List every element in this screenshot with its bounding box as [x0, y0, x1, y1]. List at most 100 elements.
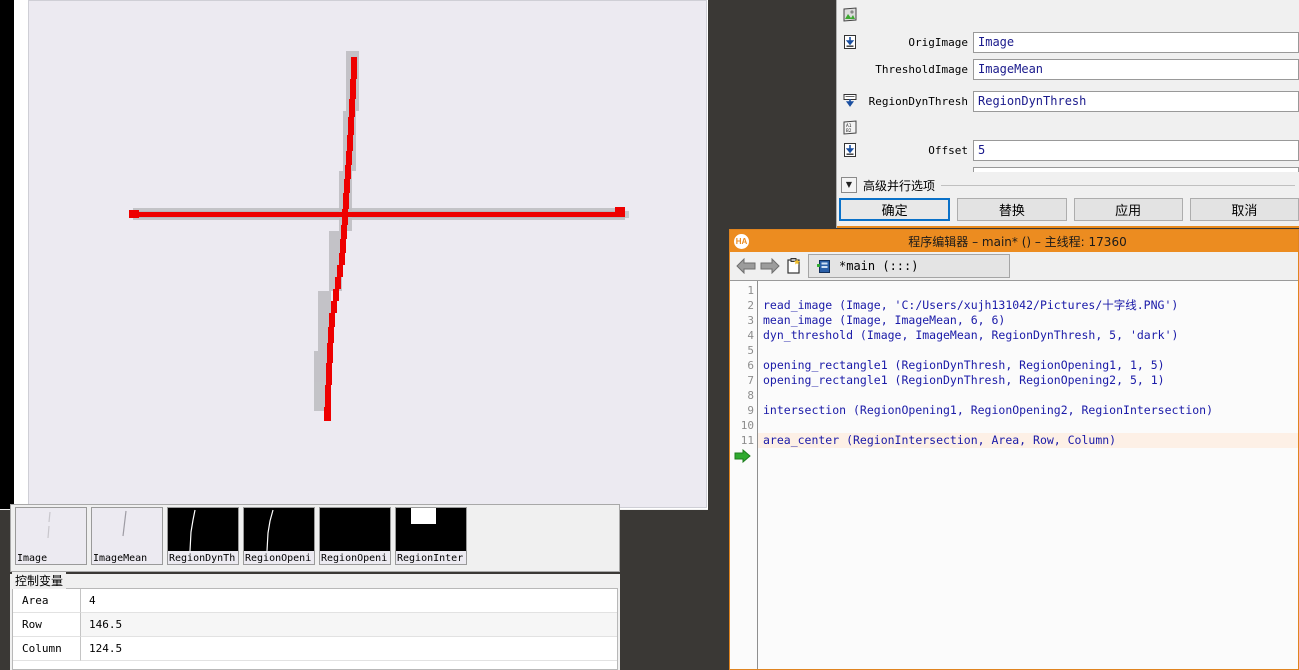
param-row-offset: Offset 5 — [837, 137, 1299, 163]
graphics-canvas[interactable] — [28, 0, 707, 508]
variable-name: Column — [13, 637, 81, 661]
procedure-tab-main[interactable]: *main (:::) — [808, 254, 1010, 278]
param-label-offset: Offset — [928, 143, 968, 157]
code-line[interactable]: mean_image (Image, ImageMean, 6, 6) — [758, 313, 1298, 328]
thumbnail-label: RegionOpeni — [244, 550, 314, 564]
procedure-tab-label: *main (:::) — [839, 259, 919, 273]
code-line[interactable] — [758, 283, 1298, 298]
thumbnail-preview — [16, 508, 86, 551]
dialog-button-row: 确定 替换 应用 取消 — [839, 198, 1299, 222]
thumbnail-label: RegionOpeni — [320, 550, 390, 564]
code-lines-area[interactable]: read_image (Image, 'C:/Users/xujh131042/… — [758, 281, 1298, 669]
code-line[interactable]: opening_rectangle1 (RegionDynThresh, Reg… — [758, 373, 1298, 388]
chevron-down-icon[interactable]: ▼ — [841, 177, 857, 193]
section-rule — [941, 184, 1295, 186]
thumbnail-item[interactable]: RegionOpeni — [243, 507, 315, 565]
code-line[interactable] — [758, 343, 1298, 358]
apply-button[interactable]: 应用 — [1073, 198, 1183, 221]
code-line[interactable] — [758, 388, 1298, 403]
input-param-icon — [837, 139, 863, 161]
param-input-regiondynthresh[interactable]: RegionDynThresh — [973, 90, 1299, 112]
cancel-button[interactable]: 取消 — [1189, 198, 1299, 221]
arrow-right-icon[interactable] — [758, 254, 782, 278]
params-icon: A1 B2 — [837, 117, 863, 139]
thumbnail-item[interactable]: ImageMean — [91, 507, 163, 565]
operator-parameters: OrigImage Image ThresholdImage ImageMean — [837, 0, 1299, 172]
line-number: 5 — [747, 344, 754, 357]
editor-toolbar: *main (:::) — [730, 252, 1298, 281]
legend-rule — [68, 588, 618, 589]
code-line[interactable]: dyn_threshold (Image, ImageMean, RegionD… — [758, 328, 1298, 343]
line-number: 1 — [747, 284, 754, 297]
thumbnail-preview — [396, 508, 466, 551]
thumbnail-label: ImageMean — [92, 550, 162, 564]
line-number: 6 — [747, 359, 754, 372]
image-icon — [837, 4, 863, 26]
param-input-origimage[interactable]: Image — [973, 31, 1299, 53]
input-image-icon — [837, 31, 863, 53]
param-row-regiondynthresh: RegionDynThresh RegionDynThresh — [837, 88, 1299, 114]
line-number: 10 — [740, 419, 754, 432]
window-title: 程序编辑器 – main* () – 主线程: 17360 — [908, 234, 1127, 249]
param-icon-spacer — [837, 58, 863, 80]
param-icon-spacer — [837, 166, 863, 172]
code-line[interactable]: intersection (RegionOpening1, RegionOpen… — [758, 403, 1298, 418]
dialog-bottom-accent — [837, 226, 1299, 228]
graphics-window — [0, 0, 708, 510]
thumbnail-preview — [320, 508, 390, 551]
variable-value: 124.5 — [81, 637, 617, 661]
code-line[interactable]: read_image (Image, 'C:/Users/xujh131042/… — [758, 298, 1298, 313]
thumbnail-preview — [92, 508, 162, 551]
advanced-options-label: 高级并行选项 — [863, 178, 936, 193]
ok-button[interactable]: 确定 — [839, 198, 951, 221]
line-number: 2 — [747, 299, 754, 312]
variable-thumbnail-strip: Image ImageMean RegionDynTh RegionOpeni … — [10, 504, 620, 572]
line-number: 4 — [747, 329, 754, 342]
code-line[interactable]: opening_rectangle1 (RegionDynThresh, Reg… — [758, 358, 1298, 373]
halcon-logo-icon: HA — [734, 233, 749, 249]
code-editor-body[interactable]: 1 2 3 4 5 6 7 8 9 10 11 read_image (Imag… — [730, 281, 1298, 669]
thumbnail-item[interactable]: RegionOpeni — [319, 507, 391, 565]
thumbnail-label: RegionDynTh — [168, 550, 238, 564]
crosshair-image — [29, 1, 706, 507]
variable-value: 4 — [81, 589, 617, 613]
table-row[interactable]: Row 146.5 — [13, 613, 617, 637]
control-variables-table[interactable]: Area 4 Row 146.5 Column 124.5 — [12, 588, 618, 670]
code-line[interactable] — [758, 418, 1298, 433]
advanced-parallel-options[interactable]: ▼ 高级并行选项 — [841, 176, 1295, 194]
procedure-icon — [811, 254, 835, 278]
arrow-left-icon[interactable] — [734, 254, 758, 278]
line-number: 11 — [740, 434, 754, 447]
thumbnail-item[interactable]: RegionDynTh — [167, 507, 239, 565]
svg-text:B2: B2 — [846, 128, 852, 134]
thumbnail-preview — [168, 508, 238, 551]
variable-name: Row — [13, 613, 81, 637]
graphics-frame — [0, 0, 708, 509]
line-number: 9 — [747, 404, 754, 417]
param-row-thresholdimage: ThresholdImage ImageMean — [837, 56, 1299, 82]
output-region-icon — [837, 90, 863, 112]
param-row-section-image — [837, 2, 1299, 28]
line-number: 8 — [747, 389, 754, 402]
line-number: 7 — [747, 374, 754, 387]
line-number-gutter: 1 2 3 4 5 6 7 8 9 10 11 — [730, 281, 758, 669]
line-number: 3 — [747, 314, 754, 327]
operator-dialog: OrigImage Image ThresholdImage ImageMean — [836, 0, 1299, 228]
thumbnail-item[interactable]: Image — [15, 507, 87, 565]
param-row-extra — [837, 164, 1299, 172]
control-variables-panel: 控制变量 Area 4 Row 146.5 Column 124.5 — [10, 572, 620, 670]
program-editor-window: HA 程序编辑器 – main* () – 主线程: 17360 *main (… — [729, 229, 1299, 670]
program-editor-titlebar[interactable]: HA 程序编辑器 – main* () – 主线程: 17360 — [730, 230, 1298, 252]
replace-button[interactable]: 替换 — [957, 198, 1067, 221]
thumbnail-item[interactable]: RegionInter — [395, 507, 467, 565]
param-row-origimage: OrigImage Image — [837, 29, 1299, 55]
table-row[interactable]: Area 4 — [13, 589, 617, 613]
param-input-offset[interactable]: 5 — [973, 139, 1299, 161]
green-arrow-icon[interactable] — [734, 448, 752, 468]
table-row[interactable]: Column 124.5 — [13, 637, 617, 661]
param-input-thresholdimage[interactable]: ImageMean — [973, 58, 1299, 80]
code-line-current[interactable]: area_center (RegionIntersection, Area, R… — [758, 433, 1298, 448]
param-input-extra[interactable] — [973, 166, 1299, 172]
param-label-thresholdimage: ThresholdImage — [875, 62, 968, 76]
clipboard-new-icon[interactable] — [782, 254, 806, 278]
